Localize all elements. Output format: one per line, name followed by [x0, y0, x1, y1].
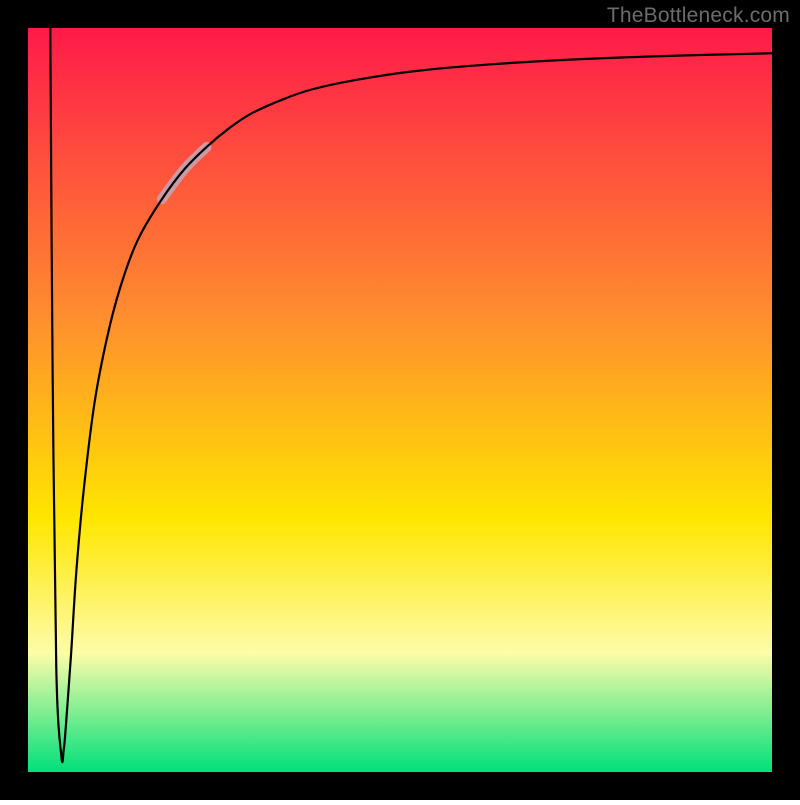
chart-stage: TheBottleneck.com — [0, 0, 800, 800]
chart-svg — [0, 0, 800, 800]
plot-area — [28, 28, 772, 772]
attribution-label: TheBottleneck.com — [607, 4, 790, 28]
